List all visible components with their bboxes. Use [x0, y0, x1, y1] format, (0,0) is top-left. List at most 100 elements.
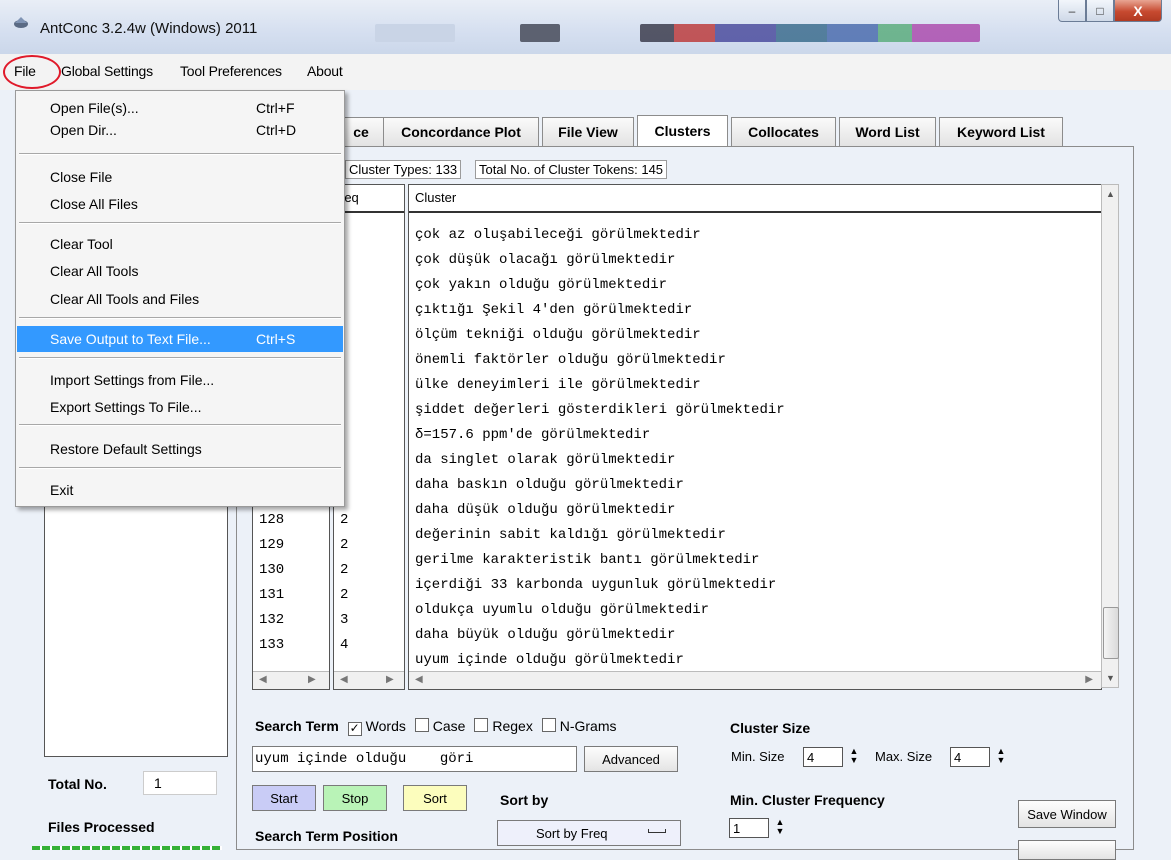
rank-row: 129	[259, 537, 285, 553]
menu-clear-all-tools-files[interactable]: Clear All Tools and Files	[17, 286, 343, 312]
tab-file-view[interactable]: File View	[542, 117, 634, 146]
cluster-row[interactable]: değerinin sabit kaldığı görülmektedir	[415, 527, 726, 543]
menu-separator	[19, 222, 341, 224]
tab-collocates[interactable]: Collocates	[731, 117, 836, 146]
cluster-row[interactable]: çok yakın olduğu görülmektedir	[415, 277, 667, 293]
files-processed-label: Files Processed	[48, 819, 155, 835]
cluster-row[interactable]: çıktığı Şekil 4'den görülmektedir	[415, 302, 692, 318]
freq-row: 2	[340, 587, 349, 603]
cluster-row[interactable]: önemli faktörler olduğu görülmektedir	[415, 352, 726, 368]
search-term-label: Search Term	[255, 718, 339, 734]
cluster-row[interactable]: daha büyük olduğu görülmektedir	[415, 627, 675, 643]
cluster-row[interactable]: çok az oluşabileceği görülmektedir	[415, 227, 701, 243]
tab-clusters[interactable]: Clusters	[637, 115, 728, 146]
hidden-button[interactable]	[1018, 840, 1116, 860]
menu-close-all-files[interactable]: Close All Files	[17, 191, 343, 217]
corpus-files-list[interactable]	[44, 500, 228, 757]
cluster-row[interactable]: içerdiği 33 karbonda uygunluk görülmekte…	[415, 577, 776, 593]
menu-global-settings[interactable]: Global Settings	[61, 63, 153, 79]
save-output-shortcut: Ctrl+S	[256, 331, 296, 347]
import-settings-label: Import Settings from File...	[50, 372, 215, 388]
menu-clear-tool[interactable]: Clear Tool	[17, 231, 343, 257]
words-checkbox[interactable]: ✓	[347, 722, 362, 736]
menu-open-dir[interactable]: Open Dir... Ctrl+D	[17, 117, 343, 143]
cluster-row[interactable]: daha düşük olduğu görülmektedir	[415, 502, 675, 518]
tab-concordance-plot[interactable]: Concordance Plot	[383, 117, 539, 146]
menu-tool-preferences[interactable]: Tool Preferences	[180, 63, 282, 79]
freq-row: 2	[340, 512, 349, 528]
search-term-input[interactable]: uyum içinde olduğu göri	[252, 746, 577, 772]
spinner-arrows-icon[interactable]: ▲ ▼	[844, 747, 864, 767]
max-size-label: Max. Size	[875, 749, 933, 764]
cluster-row[interactable]: δ=157.6 ppm'de görülmektedir	[415, 427, 650, 443]
window-controls: – □ X	[1058, 0, 1162, 22]
menu-clear-all-tools[interactable]: Clear All Tools	[17, 258, 343, 284]
menu-export-settings[interactable]: Export Settings To File...	[17, 394, 343, 420]
save-window-button[interactable]: Save Window	[1018, 800, 1116, 828]
menu-restore-defaults[interactable]: Restore Default Settings	[17, 436, 343, 462]
rank-row: 131	[259, 587, 285, 603]
cluster-row[interactable]: uyum içinde olduğu görülmektedir	[415, 652, 684, 668]
cluster-row[interactable]: oldukça uyumlu olduğu görülmektedir	[415, 602, 709, 618]
ngrams-checkbox[interactable]	[541, 718, 556, 732]
sort-by-dropdown[interactable]: Sort by Freq	[497, 820, 681, 846]
advanced-button[interactable]: Advanced	[584, 746, 678, 772]
maximize-button[interactable]: □	[1086, 0, 1114, 22]
ngrams-label: N-Grams	[559, 718, 617, 734]
min-cluster-frequency-label: Min. Cluster Frequency	[730, 792, 885, 808]
restore-defaults-label: Restore Default Settings	[50, 441, 202, 457]
cluster-row[interactable]: gerilme karakteristik bantı görülmektedi…	[415, 552, 759, 568]
tab-keyword-list[interactable]: Keyword List	[939, 117, 1063, 146]
cluster-row[interactable]: ülke deneyimleri ile görülmektedir	[415, 377, 701, 393]
scroll-up-icon[interactable]: ▲	[1106, 189, 1115, 199]
cluster-row[interactable]: şiddet değerleri gösterdikleri görülmekt…	[415, 402, 785, 418]
menu-about[interactable]: About	[307, 63, 343, 79]
start-button[interactable]: Start	[252, 785, 316, 811]
scroll-down-icon[interactable]: ▼	[1106, 673, 1115, 683]
cluster-row[interactable]: daha baskın olduğu görülmektedir	[415, 477, 684, 493]
menu-save-output[interactable]: Save Output to Text File... Ctrl+S	[17, 326, 343, 352]
menu-separator	[19, 424, 341, 426]
close-button[interactable]: X	[1114, 0, 1162, 22]
open-dir-label: Open Dir...	[50, 122, 117, 138]
freq-hscroll[interactable]: ◀ ▶	[334, 671, 404, 689]
case-checkbox[interactable]	[414, 718, 429, 732]
minimize-button[interactable]: –	[1058, 0, 1086, 22]
min-frequency-value: 1	[733, 821, 741, 836]
search-term-value: uyum içinde olduğu göri	[255, 751, 474, 767]
freq-row: 4	[340, 637, 349, 653]
min-size-spinner[interactable]: 4 ▲ ▼	[803, 747, 858, 767]
blurred-background	[640, 24, 980, 42]
search-term-position-label: Search Term Position	[255, 828, 398, 844]
cluster-row[interactable]: da singlet olarak görülmektedir	[415, 452, 675, 468]
stop-button[interactable]: Stop	[323, 785, 387, 811]
menu-exit[interactable]: Exit	[17, 477, 343, 503]
menu-separator	[19, 317, 341, 319]
sort-button[interactable]: Sort	[403, 785, 467, 811]
cluster-row[interactable]: çok düşük olacağı görülmektedir	[415, 252, 675, 268]
scroll-thumb[interactable]	[1103, 607, 1119, 659]
tab-word-list[interactable]: Word List	[839, 117, 936, 146]
cluster-row[interactable]: ölçüm tekniği olduğu görülmektedir	[415, 327, 701, 343]
min-size-label: Min. Size	[731, 749, 785, 764]
dropdown-indicator-icon	[648, 829, 666, 833]
freq-row: 2	[340, 537, 349, 553]
vertical-scrollbar[interactable]: ▲ ▼	[1101, 184, 1119, 688]
exit-label: Exit	[50, 482, 74, 498]
open-files-label: Open File(s)...	[50, 100, 139, 116]
rank-row: 133	[259, 637, 285, 653]
clear-all-tools-files-label: Clear All Tools and Files	[50, 291, 200, 307]
progress-bar	[32, 846, 222, 850]
menu-import-settings[interactable]: Import Settings from File...	[17, 367, 343, 393]
max-size-spinner[interactable]: 4 ▲ ▼	[950, 747, 1005, 767]
spinner-arrows-icon[interactable]: ▲ ▼	[770, 818, 790, 838]
menu-close-file[interactable]: Close File	[17, 164, 343, 190]
cluster-header-label: Cluster	[415, 190, 457, 205]
blurred-background	[375, 24, 455, 42]
cluster-hscroll[interactable]: ◀ ▶	[409, 671, 1101, 689]
spinner-arrows-icon[interactable]: ▲ ▼	[991, 747, 1011, 767]
words-label: Words	[365, 718, 406, 734]
min-frequency-spinner[interactable]: 1 ▲ ▼	[729, 818, 784, 838]
regex-checkbox[interactable]	[474, 718, 489, 732]
rank-hscroll[interactable]: ◀ ▶	[253, 671, 329, 689]
